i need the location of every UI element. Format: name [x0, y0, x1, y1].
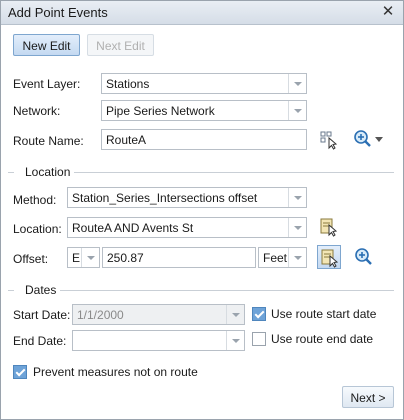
method-select[interactable]: Station_Series_Intersections offset [67, 187, 307, 208]
window-title: Add Point Events [8, 5, 108, 20]
use-route-start-date-label[interactable]: Use route start date [271, 307, 376, 321]
route-name-input[interactable]: RouteA [101, 129, 307, 150]
dates-section-header: Dates [8, 283, 396, 297]
location-section-title: Location [22, 165, 74, 179]
prevent-measures-label[interactable]: Prevent measures not on route [33, 365, 198, 379]
offset-value: 250.87 [107, 251, 144, 265]
select-location-from-map-icon[interactable] [319, 217, 339, 237]
event-layer-select[interactable]: Stations [101, 73, 307, 94]
chevron-down-icon[interactable] [288, 218, 306, 237]
location-section-header: Location [8, 165, 396, 179]
divider [8, 172, 14, 173]
chevron-down-icon[interactable] [226, 305, 244, 324]
start-date-value: 1/1/2000 [77, 308, 124, 322]
chevron-down-icon[interactable] [288, 248, 306, 267]
location-value: RouteA AND Avents St [72, 221, 194, 235]
chevron-down-icon[interactable] [226, 331, 244, 350]
select-offset-from-map-icon [321, 249, 339, 268]
dates-section-title: Dates [22, 283, 60, 297]
next-button[interactable]: Next > [342, 386, 394, 408]
route-name-value: RouteA [106, 133, 147, 147]
add-point-events-panel: Add Point Events ✕ New Edit Next Edit Ev… [0, 0, 404, 420]
route-name-label: Route Name: [13, 134, 84, 148]
event-layer-value: Stations [106, 77, 150, 91]
divider [60, 290, 394, 291]
offset-units-select[interactable]: Feet [258, 247, 307, 268]
offset-direction-value: E [72, 251, 81, 265]
offset-input[interactable]: 250.87 [102, 247, 256, 268]
zoom-to-route-icon[interactable] [353, 129, 387, 151]
select-route-from-map-icon[interactable] [319, 130, 339, 150]
new-edit-button[interactable]: New Edit [13, 34, 80, 56]
location-select[interactable]: RouteA AND Avents St [67, 217, 307, 238]
close-icon[interactable]: ✕ [380, 3, 396, 21]
network-select[interactable]: Pipe Series Network [101, 100, 307, 121]
offset-units-value: Feet [263, 251, 288, 265]
network-label: Network: [13, 104, 61, 118]
start-date-label: Start Date: [13, 308, 71, 322]
pick-offset-button[interactable] [317, 245, 341, 269]
start-date-select[interactable]: 1/1/2000 [72, 304, 245, 325]
network-value: Pipe Series Network [106, 104, 215, 118]
next-edit-button[interactable]: Next Edit [87, 34, 154, 56]
chevron-down-icon[interactable] [288, 188, 306, 207]
use-route-end-date-label[interactable]: Use route end date [271, 332, 373, 346]
title-bar: Add Point Events ✕ [1, 1, 403, 25]
location-label: Location: [13, 222, 62, 236]
end-date-label: End Date: [13, 334, 67, 348]
divider [8, 290, 14, 291]
end-date-select[interactable] [72, 330, 245, 351]
zoom-to-location-icon[interactable] [354, 247, 374, 267]
chevron-down-icon[interactable] [288, 74, 306, 93]
method-value: Station_Series_Intersections offset [72, 191, 258, 205]
method-label: Method: [13, 193, 57, 207]
chevron-down-icon[interactable] [288, 101, 306, 120]
use-route-start-date-checkbox[interactable] [252, 307, 266, 321]
use-route-end-date-checkbox[interactable] [252, 332, 266, 346]
event-layer-label: Event Layer: [13, 77, 81, 91]
offset-direction-select[interactable]: E [67, 247, 100, 268]
chevron-down-icon[interactable] [81, 248, 99, 267]
offset-label: Offset: [13, 252, 49, 266]
prevent-measures-checkbox[interactable] [13, 365, 27, 379]
divider [74, 172, 394, 173]
